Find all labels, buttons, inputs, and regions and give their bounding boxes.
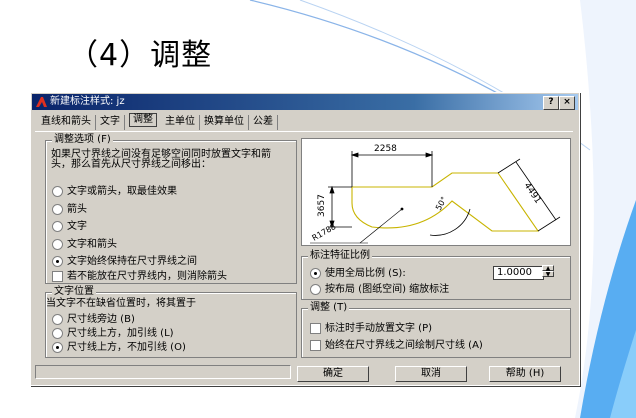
radio-beside-dim-line[interactable] [52, 314, 63, 325]
fit-options-label: 调整选项 (F) [52, 134, 113, 146]
placement-beside-label: 尺寸线旁边 (B) [67, 314, 135, 325]
use-overall-scale-label: 使用全局比例 (S): [325, 268, 406, 279]
tab-tolerances[interactable]: 公差 [249, 115, 278, 130]
ok-button[interactable]: 确定 [297, 366, 369, 382]
scale-to-layout-label: 按布局 (图纸空间) 缩放标注 [325, 284, 450, 295]
option-text-and-arrows-label: 文字和箭头 [67, 239, 117, 250]
radio-use-overall-scale[interactable] [310, 268, 321, 279]
tab-alternate-units[interactable]: 换算单位 [200, 115, 249, 130]
close-icon[interactable]: × [559, 96, 575, 110]
titlebar[interactable]: 新建标注样式: jz ? × [32, 94, 578, 110]
tab-fit[interactable]: 调整 [129, 113, 157, 127]
placement-over-no-leader-label: 尺寸线上方，不加引线 (O) [67, 342, 186, 353]
dim-angle: 50° [434, 195, 449, 212]
fine-tuning-group: 调整 (T) 标注时手动放置文字 (P) 始终在尺寸界线之间绘制尺寸线 (A) [301, 302, 571, 358]
suppress-arrows-checkbox[interactable] [52, 271, 63, 282]
always-draw-checkbox[interactable] [310, 340, 321, 351]
radio-text[interactable] [52, 221, 63, 232]
dim-2258: 2258 [374, 144, 397, 154]
radio-text-or-arrows[interactable] [52, 186, 63, 197]
radio-text-and-arrows[interactable] [52, 239, 63, 250]
radio-scale-to-layout[interactable] [310, 284, 321, 295]
suppress-arrows-label: 若不能放在尺寸界线内，则消除箭头 [67, 271, 227, 282]
text-placement-description: 当文字不在缺省位置时，将其置于 [46, 298, 196, 309]
text-placement-label: 文字位置 [52, 286, 96, 298]
fit-options-group: 调整选项 (F) 如果尺寸界线之间没有足够空间同时放置文字和箭头，那么首先从尺寸… [45, 134, 297, 284]
option-always-keep-text-label: 文字始终保持在尺寸界线之间 [67, 256, 197, 267]
option-text-or-arrows-label: 文字或箭头，取最佳效果 [67, 186, 177, 197]
placement-over-leader-label: 尺寸线上方，加引线 (L) [67, 328, 174, 339]
text-placement-group: 文字位置 当文字不在缺省位置时，将其置于 尺寸线旁边 (B) 尺寸线上方，加引线… [45, 286, 297, 358]
dim-radius: R1788 [311, 222, 338, 243]
manual-place-label: 标注时手动放置文字 (P) [325, 323, 433, 334]
radio-over-without-leader[interactable] [52, 342, 63, 353]
bottom-strip [35, 365, 291, 379]
dimension-style-dialog: 新建标注样式: jz ? × 直线和箭头 文字 调整 主单位 换算单位 公差 调整选项 (… [30, 92, 580, 386]
preview-drawing: 2258 3657 4491 50° R1788 [310, 144, 561, 244]
radio-always-keep-text[interactable] [52, 256, 63, 267]
help-button[interactable]: 帮助 (H) [489, 366, 561, 382]
autocad-icon [36, 97, 47, 107]
option-arrows-label: 箭头 [67, 204, 87, 215]
tab-panel: 调整选项 (F) 如果尺寸界线之间没有足够空间同时放置文字和箭头，那么首先从尺寸… [35, 131, 573, 365]
spin-down-icon[interactable]: ▼ [542, 271, 554, 278]
manual-place-checkbox[interactable] [310, 323, 321, 334]
option-text-label: 文字 [67, 221, 87, 232]
radio-arrows[interactable] [52, 204, 63, 215]
fine-tuning-label: 调整 (T) [308, 302, 350, 314]
tab-primary-units[interactable]: 主单位 [161, 115, 200, 130]
style-preview: 2258 3657 4491 50° R1788 [301, 138, 571, 246]
always-draw-label: 始终在尺寸界线之间绘制尺寸线 (A) [325, 340, 483, 351]
slide-title: （4）调整 [68, 38, 213, 73]
tab-strip: 直线和箭头 文字 调整 主单位 换算单位 公差 [37, 113, 278, 131]
overall-scale-input[interactable]: 1.0000 [493, 266, 544, 280]
dim-4491: 4491 [522, 181, 543, 206]
scale-spinner[interactable]: ▲ ▼ [542, 265, 554, 279]
cancel-button[interactable]: 取消 [395, 366, 467, 382]
fit-description: 如果尺寸界线之间没有足够空间同时放置文字和箭头，那么首先从尺寸界线之间移出： [51, 149, 271, 170]
tab-text[interactable]: 文字 [96, 115, 125, 130]
help-title-button[interactable]: ? [543, 96, 559, 110]
dialog-title: 新建标注样式: jz [50, 96, 125, 107]
tab-lines-arrows[interactable]: 直线和箭头 [37, 115, 96, 130]
scale-label: 标注特征比例 [308, 250, 372, 262]
dim-3657: 3657 [317, 194, 327, 217]
radio-over-with-leader[interactable] [52, 328, 63, 339]
